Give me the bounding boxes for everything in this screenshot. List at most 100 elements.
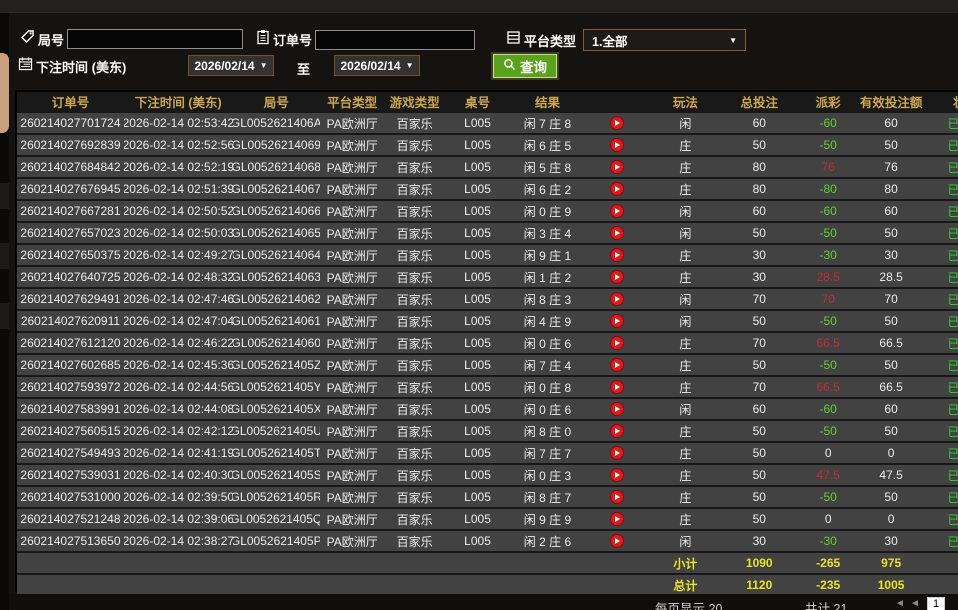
cell-order-no: 订单号	[17, 92, 124, 111]
table-row: 2602140277017242026-02-14 02:53:42GL0052…	[17, 113, 958, 135]
play-video-button[interactable]	[610, 336, 624, 350]
play-video-button[interactable]	[610, 182, 624, 196]
platform-type-select[interactable]: 1.全部 ▼	[583, 29, 746, 51]
cell-valid-bet: 50	[859, 135, 923, 155]
search-icon	[503, 58, 516, 74]
play-video-button[interactable]	[610, 380, 624, 394]
order-no-input[interactable]	[315, 30, 475, 50]
cell-total-bet: 50	[721, 487, 797, 507]
play-video-button[interactable]	[610, 512, 624, 526]
play-video-button[interactable]	[610, 358, 624, 372]
clipboard-icon	[256, 29, 270, 50]
cell-platform-type: PA欧洲厅	[320, 487, 385, 507]
cell-total-bet: 60	[721, 201, 797, 221]
query-button-label: 查询	[520, 56, 547, 76]
platform-type-value: 1.全部	[592, 31, 627, 50]
cell-bet-time	[124, 575, 233, 595]
cell-game-no: GL00526214060	[233, 333, 320, 353]
cell-game-no: GL00526214062	[233, 289, 320, 309]
cell-play	[584, 201, 649, 221]
cell-order-no: 260214027612120	[17, 333, 124, 353]
table-row: 2602140276209112026-02-14 02:47:04GL0052…	[17, 311, 958, 333]
cell-play	[584, 553, 649, 573]
cell-play-type: 闲	[649, 311, 721, 331]
play-video-button[interactable]	[610, 468, 624, 482]
cell-total-bet: 80	[721, 179, 797, 199]
play-video-button[interactable]	[610, 204, 624, 218]
cell-game-no: GL00526214065	[233, 223, 320, 243]
cell-play-type: 庄	[649, 135, 721, 155]
per-page-value: 20	[709, 602, 723, 610]
table-row: 2602140276121202026-02-14 02:46:22GL0052…	[17, 333, 958, 355]
prev-page-button[interactable]: ◄	[910, 598, 920, 609]
cell-play	[584, 223, 649, 243]
play-video-button[interactable]	[610, 116, 624, 130]
cell-bet-time: 2026-02-14 02:50:03	[124, 223, 233, 243]
cell-total-bet: 1120	[721, 575, 797, 595]
cell-play-type: 庄	[649, 377, 721, 397]
cell-payout: -265	[797, 553, 859, 573]
cell-order-no: 260214027650375	[17, 245, 124, 265]
play-video-button[interactable]	[610, 534, 624, 548]
cell-status: 已派彩	[923, 135, 958, 155]
cell-play	[584, 333, 649, 353]
query-button[interactable]: 查询	[493, 54, 557, 78]
table-row: 2602140275939722026-02-14 02:44:56GL0052…	[17, 377, 958, 399]
cell-status: 已派彩	[923, 179, 958, 199]
cell-platform-type: PA欧洲厅	[320, 465, 385, 485]
play-video-button[interactable]	[610, 248, 624, 262]
play-video-button[interactable]	[610, 424, 624, 438]
cell-platform-type: PA欧洲厅	[320, 245, 385, 265]
cell-platform-type: PA欧洲厅	[320, 179, 385, 199]
play-video-button[interactable]	[610, 446, 624, 460]
play-video-button[interactable]	[610, 270, 624, 284]
page-number-input[interactable]: 1	[927, 597, 945, 610]
cell-game-type: 百家乐	[385, 355, 445, 375]
cell-play	[584, 92, 649, 111]
play-video-button[interactable]	[610, 490, 624, 504]
cell-game-type: 百家乐	[385, 267, 445, 287]
cell-table-no: L005	[445, 157, 511, 177]
cell-status: 已派彩	[923, 399, 958, 419]
table-row: 2602140275310002026-02-14 02:39:50GL0052…	[17, 487, 958, 509]
cell-order-no: 260214027593972	[17, 377, 124, 397]
cell-result: 闲 6 庄 5	[511, 135, 585, 155]
cell-bet-time	[124, 553, 233, 573]
table-row: 2602140275839912026-02-14 02:44:08GL0052…	[17, 399, 958, 421]
table-row: 2602140275494932026-02-14 02:41:19GL0052…	[17, 443, 958, 465]
cell-valid-bet: 28.5	[859, 267, 923, 287]
cell-play-type: 闲	[649, 113, 721, 133]
game-no-input[interactable]	[67, 29, 243, 49]
cell-bet-time: 2026-02-14 02:46:22	[124, 333, 233, 353]
play-video-button[interactable]	[610, 138, 624, 152]
cell-table-no: L005	[445, 399, 511, 419]
table-row: 2602140276026852026-02-14 02:45:36GL0052…	[17, 355, 958, 377]
date-to-picker[interactable]: 2026/02/14▼	[334, 55, 420, 76]
cell-total-bet: 80	[721, 157, 797, 177]
cell-play	[584, 289, 649, 309]
cell-table-no: L005	[445, 179, 511, 199]
play-video-button[interactable]	[610, 314, 624, 328]
cell-game-no: GL00526214061	[233, 311, 320, 331]
date-from-picker[interactable]: 2026/02/14▼	[188, 55, 274, 76]
play-video-button[interactable]	[610, 160, 624, 174]
play-video-button[interactable]	[610, 292, 624, 306]
chevron-down-icon: ▼	[260, 61, 268, 70]
cell-platform-type: PA欧洲厅	[320, 201, 385, 221]
cell-bet-time: 2026-02-14 02:41:19	[124, 443, 233, 463]
play-video-button[interactable]	[610, 226, 624, 240]
cell-play-type: 庄	[649, 509, 721, 529]
cell-play	[584, 355, 649, 375]
cell-platform-type: PA欧洲厅	[320, 113, 385, 133]
first-page-button[interactable]: ◄	[895, 598, 905, 609]
cell-game-type: 游戏类型	[385, 92, 445, 111]
cell-game-no: GL0052621405T	[233, 443, 320, 463]
cell-result: 闲 1 庄 2	[511, 267, 585, 287]
table-header-row: 订单号下注时间 (美东)局号平台类型游戏类型桌号结果玩法总投注派彩有效投注额状态	[17, 92, 958, 113]
play-video-button[interactable]	[610, 402, 624, 416]
date-to-value: 2026/02/14	[341, 59, 401, 73]
cell-result: 闲 7 庄 4	[511, 355, 585, 375]
cell-play	[584, 245, 649, 265]
cell-game-type: 百家乐	[385, 399, 445, 419]
cell-bet-time: 2026-02-14 02:39:50	[124, 487, 233, 507]
